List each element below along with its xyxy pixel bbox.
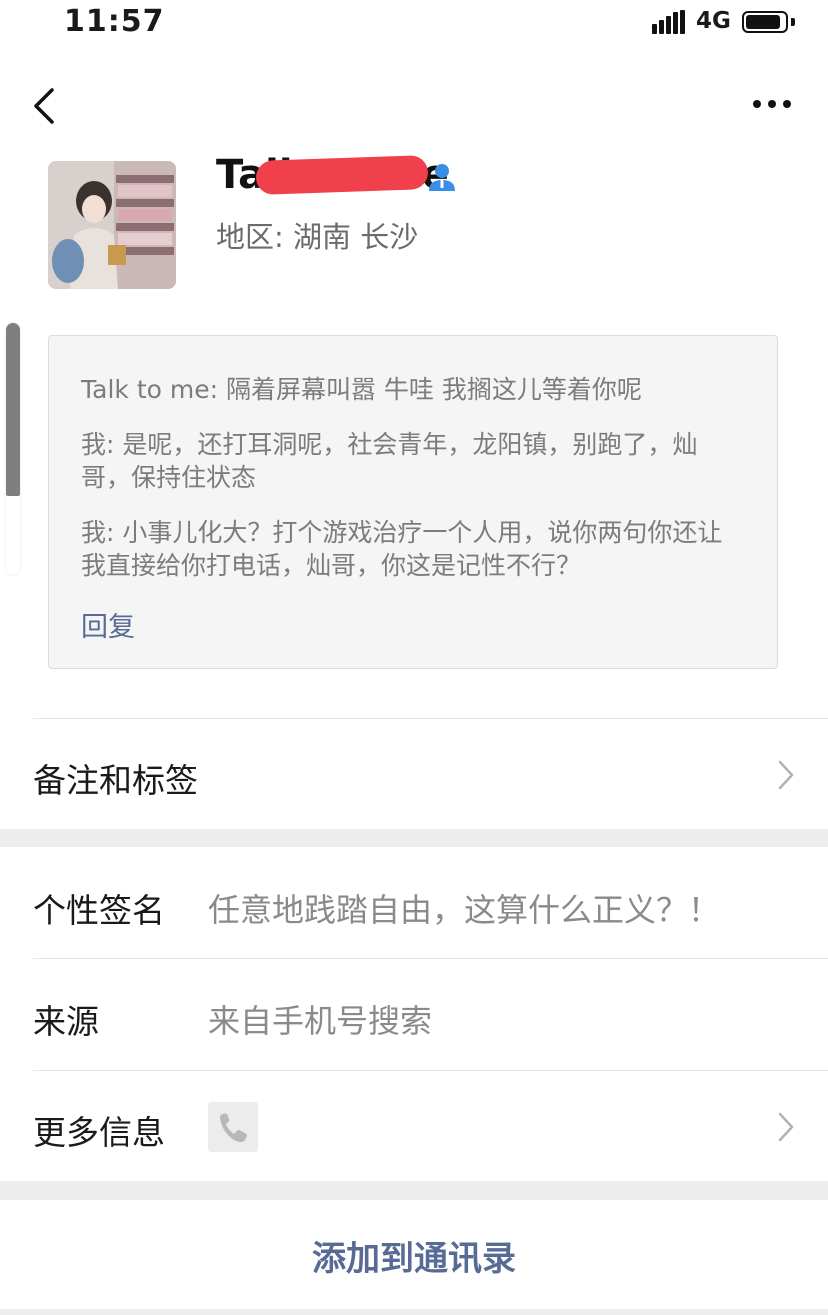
scrollbar-thumb[interactable]: [6, 323, 20, 496]
source-value: 来自手机号搜索: [208, 1002, 433, 1040]
back-icon[interactable]: [28, 84, 68, 128]
signature-value: 任意地践踏自由，这算什么正义？！: [208, 891, 721, 929]
section-gap: [0, 1309, 828, 1315]
message-line: 我: 小事儿化大？打个游戏治疗一个人用，说你两句你还让我直接给你打电话，灿哥，你…: [81, 518, 723, 580]
region: 地区: 湖南 长沙: [216, 220, 419, 254]
section-gap: [0, 829, 828, 847]
avatar[interactable]: [48, 161, 176, 289]
signature-label: 个性签名: [33, 891, 165, 930]
reply-link[interactable]: 回复: [81, 605, 135, 644]
battery-nub: [791, 18, 795, 26]
more-info-label: 更多信息: [33, 1113, 165, 1152]
message-line: Talk to me: 隔着屏幕叫嚣 牛哇 我搁这儿等着你呢: [81, 375, 642, 404]
chevron-right-icon: [778, 1112, 794, 1142]
avatar-illustration: [48, 161, 176, 289]
person-icon: [429, 164, 455, 191]
divider: [33, 958, 828, 959]
signal-icon: [652, 10, 685, 34]
chevron-right-icon: [778, 760, 794, 790]
more-icon[interactable]: [750, 92, 794, 116]
network-type: 4G: [696, 8, 731, 34]
message-line: 我: 是呢，还打耳洞呢，社会青年，龙阳镇，别跑了，灿哥，保持住状态: [81, 430, 698, 492]
status-time: 11:57: [64, 4, 165, 39]
add-to-contacts-button[interactable]: 添加到通讯录: [0, 1200, 828, 1310]
section-gap: [0, 1181, 828, 1200]
source-label: 来源: [33, 1002, 99, 1041]
phone-icon: [208, 1102, 258, 1152]
remarks-label: 备注和标签: [33, 761, 198, 800]
battery-icon: [742, 11, 788, 33]
redaction-scribble: [255, 155, 429, 195]
battery-level: [746, 15, 781, 29]
